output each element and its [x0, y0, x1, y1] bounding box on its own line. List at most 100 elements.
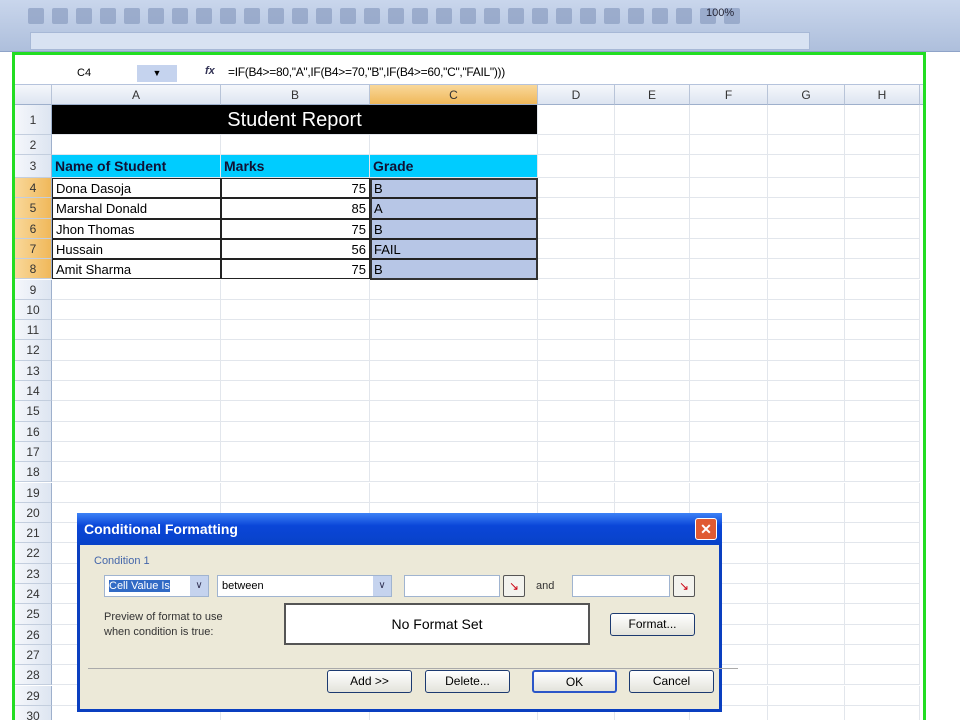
cell[interactable] — [768, 259, 845, 280]
cell[interactable] — [768, 644, 845, 666]
cell[interactable] — [690, 178, 768, 199]
cell[interactable] — [690, 462, 768, 483]
cell[interactable] — [615, 198, 690, 219]
toolbar-button-icon[interactable] — [460, 8, 476, 24]
cell[interactable] — [52, 320, 221, 341]
column-header-extra[interactable] — [920, 85, 923, 105]
cell[interactable] — [845, 218, 920, 239]
cell[interactable] — [690, 279, 768, 300]
column-header-e[interactable]: E — [615, 85, 690, 105]
cell[interactable] — [52, 421, 221, 442]
header-marks[interactable]: Marks — [221, 155, 370, 178]
cell[interactable] — [845, 401, 920, 422]
toolbar-button-icon[interactable] — [556, 8, 572, 24]
cell[interactable] — [615, 401, 690, 422]
cell[interactable] — [615, 238, 690, 260]
cell[interactable] — [768, 462, 845, 483]
delete-button[interactable]: Delete... — [425, 670, 510, 693]
range-picker-icon[interactable]: ↘ — [673, 575, 695, 597]
select-all-corner[interactable] — [15, 85, 52, 105]
cell[interactable] — [690, 441, 768, 463]
cell[interactable] — [370, 401, 538, 422]
cell[interactable] — [52, 462, 221, 483]
row-header[interactable]: 29 — [15, 685, 52, 706]
cell[interactable] — [845, 563, 920, 584]
cell[interactable] — [370, 381, 538, 402]
column-header-c[interactable]: C — [370, 85, 538, 105]
cell[interactable] — [615, 259, 690, 280]
cell[interactable] — [615, 320, 690, 341]
cell[interactable] — [615, 279, 690, 300]
cell[interactable] — [845, 441, 920, 463]
cell[interactable] — [845, 299, 920, 321]
column-header-h[interactable]: H — [845, 85, 920, 105]
toolbar-button-icon[interactable] — [292, 8, 308, 24]
cell[interactable] — [221, 135, 370, 155]
cell[interactable] — [52, 340, 221, 361]
row-header[interactable]: 19 — [15, 482, 52, 503]
cell[interactable] — [845, 584, 920, 605]
cell[interactable] — [538, 259, 615, 280]
cell[interactable] — [845, 259, 920, 280]
row-header[interactable]: 20 — [15, 502, 52, 524]
cell[interactable] — [221, 299, 370, 321]
row-header[interactable]: 13 — [15, 360, 52, 381]
row-header[interactable]: 10 — [15, 299, 52, 321]
column-header-a[interactable]: A — [52, 85, 221, 105]
cell[interactable] — [768, 482, 845, 503]
cell[interactable] — [615, 482, 690, 503]
cell[interactable] — [845, 105, 920, 135]
cell[interactable] — [370, 441, 538, 463]
formula-input[interactable]: =IF(B4>=80,"A",IF(B4>=70,"B",IF(B4>=60,"… — [228, 65, 505, 79]
cell[interactable] — [221, 320, 370, 341]
cell[interactable] — [370, 320, 538, 341]
toolbar-button-icon[interactable] — [580, 8, 596, 24]
header-name[interactable]: Name of Student — [52, 155, 221, 178]
operator-select[interactable]: between ∨ — [217, 575, 392, 597]
toolbar-button-icon[interactable] — [436, 8, 452, 24]
cell[interactable] — [845, 320, 920, 341]
cell[interactable] — [221, 340, 370, 361]
toolbar-button-icon[interactable] — [412, 8, 428, 24]
row-header[interactable]: 17 — [15, 441, 52, 463]
toolbar-button-icon[interactable] — [364, 8, 380, 24]
cell[interactable] — [768, 624, 845, 645]
cell[interactable] — [615, 299, 690, 321]
cell[interactable] — [538, 320, 615, 341]
cell[interactable] — [768, 502, 845, 524]
cell[interactable] — [768, 299, 845, 321]
cell[interactable] — [538, 218, 615, 239]
toolbar-button-icon[interactable] — [100, 8, 116, 24]
cell[interactable] — [615, 218, 690, 239]
cell[interactable] — [690, 340, 768, 361]
student-name[interactable]: Marshal Donald — [52, 198, 221, 219]
cell[interactable] — [538, 360, 615, 381]
cell[interactable] — [845, 502, 920, 524]
student-marks[interactable]: 85 — [221, 198, 370, 219]
cell[interactable] — [538, 462, 615, 483]
cell[interactable] — [538, 401, 615, 422]
cell[interactable] — [690, 218, 768, 239]
format-button[interactable]: Format... — [610, 613, 695, 636]
cell[interactable] — [768, 135, 845, 155]
cell[interactable] — [538, 105, 615, 135]
cell[interactable] — [221, 482, 370, 503]
cell[interactable] — [768, 421, 845, 442]
row-header[interactable]: 5 — [15, 198, 52, 219]
cell[interactable] — [845, 665, 920, 686]
cell[interactable] — [845, 178, 920, 199]
cell[interactable] — [52, 401, 221, 422]
cell[interactable] — [845, 543, 920, 564]
row-header[interactable]: 12 — [15, 340, 52, 361]
cell[interactable] — [768, 178, 845, 199]
cell[interactable] — [845, 624, 920, 645]
cell[interactable] — [221, 381, 370, 402]
cancel-button[interactable]: Cancel — [629, 670, 714, 693]
toolbar-button-icon[interactable] — [316, 8, 332, 24]
cell[interactable] — [690, 238, 768, 260]
row-header[interactable]: 14 — [15, 381, 52, 402]
cell[interactable] — [690, 105, 768, 135]
cell[interactable] — [370, 360, 538, 381]
student-name[interactable]: Dona Dasoja — [52, 178, 221, 199]
cell[interactable] — [221, 421, 370, 442]
